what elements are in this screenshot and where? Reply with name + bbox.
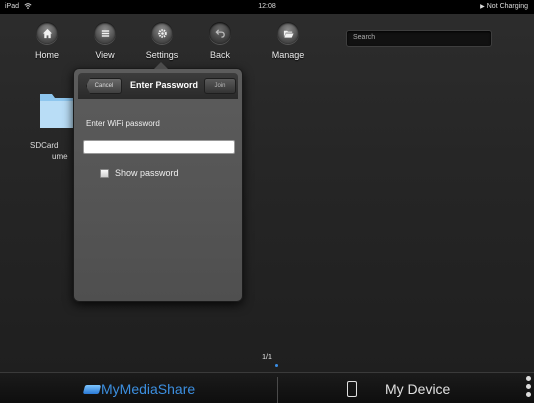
view-label: View <box>95 50 115 60</box>
settings-label: Settings <box>145 50 179 60</box>
bottom-bar: MyMediaShare My Device <box>0 372 534 403</box>
page-indicator: 1/1 <box>262 354 272 361</box>
folder-label-line2: ume <box>52 152 68 161</box>
battery-text: Not Charging <box>486 3 528 10</box>
manage-label: Manage <box>271 50 305 60</box>
home-button[interactable]: Home <box>19 22 75 68</box>
home-label: Home <box>34 50 59 60</box>
dialog-title: Enter Password <box>130 80 199 90</box>
home-icon <box>36 22 58 44</box>
password-prompt: Enter WiFi password <box>86 119 160 128</box>
password-dialog: Cancel Enter Password Join Enter WiFi pa… <box>73 62 243 302</box>
mymediashare-logo-icon <box>82 384 102 394</box>
back-label: Back <box>209 50 230 60</box>
password-input[interactable] <box>83 140 235 154</box>
my-device-tab[interactable]: My Device <box>347 379 450 399</box>
back-button[interactable]: Back <box>192 22 248 68</box>
folder-label: SDCard <box>30 141 59 150</box>
dialog-header: Cancel Enter Password Join <box>78 73 238 99</box>
more-options-icon[interactable] <box>524 376 532 402</box>
status-bar: iPad 12:08 ▶ Not Charging <box>0 0 534 14</box>
cancel-button[interactable]: Cancel <box>86 78 122 94</box>
show-password-label: Show password <box>115 168 179 178</box>
page-dot <box>275 364 278 367</box>
mymediashare-label: MyMediaShare <box>101 381 196 397</box>
battery-status: ▶ Not Charging <box>480 3 528 10</box>
my-device-label: My Device <box>385 381 451 397</box>
play-icon: ▶ <box>480 4 485 10</box>
search-placeholder: Search <box>353 34 376 41</box>
show-password-toggle[interactable]: Show password <box>100 167 179 179</box>
app-screen: iPad 12:08 ▶ Not Charging Home View Setti… <box>0 0 534 403</box>
folder-open-icon <box>277 22 299 44</box>
view-button[interactable]: View <box>77 22 133 68</box>
status-time: 12:08 <box>258 3 276 10</box>
gear-icon <box>151 22 173 44</box>
popover-arrow <box>154 62 168 69</box>
mymediashare-tab[interactable]: MyMediaShare <box>82 379 196 399</box>
tab-divider <box>277 377 278 403</box>
back-arrow-icon <box>209 22 231 44</box>
join-button[interactable]: Join <box>204 78 236 94</box>
phone-icon <box>347 381 357 397</box>
show-password-checkbox[interactable] <box>100 168 109 178</box>
search-input[interactable]: Search <box>346 30 492 47</box>
manage-button[interactable]: Manage <box>260 22 316 68</box>
list-icon <box>94 22 116 44</box>
